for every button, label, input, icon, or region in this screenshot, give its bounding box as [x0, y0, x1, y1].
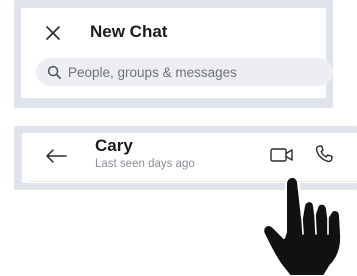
last-seen-status: Last seen days ago [95, 158, 195, 170]
page-title: New Chat [90, 22, 168, 41]
search-placeholder: People, groups & messages [68, 64, 237, 80]
phone-icon [315, 145, 333, 163]
screen: New Chat People, groups & messages Cary … [0, 0, 357, 276]
new-chat-panel: New Chat People, groups & messages [21, 8, 333, 98]
close-button[interactable] [40, 20, 66, 46]
back-button[interactable] [41, 144, 71, 168]
search-input[interactable]: People, groups & messages [36, 58, 333, 86]
close-icon [46, 26, 60, 40]
search-icon [47, 64, 63, 80]
video-camera-icon [270, 148, 293, 162]
hand-pointer-icon [262, 176, 343, 276]
new-chat-panel-frame: New Chat People, groups & messages [14, 0, 333, 108]
arrow-left-icon [46, 149, 67, 163]
contact-name[interactable]: Cary [95, 136, 133, 156]
